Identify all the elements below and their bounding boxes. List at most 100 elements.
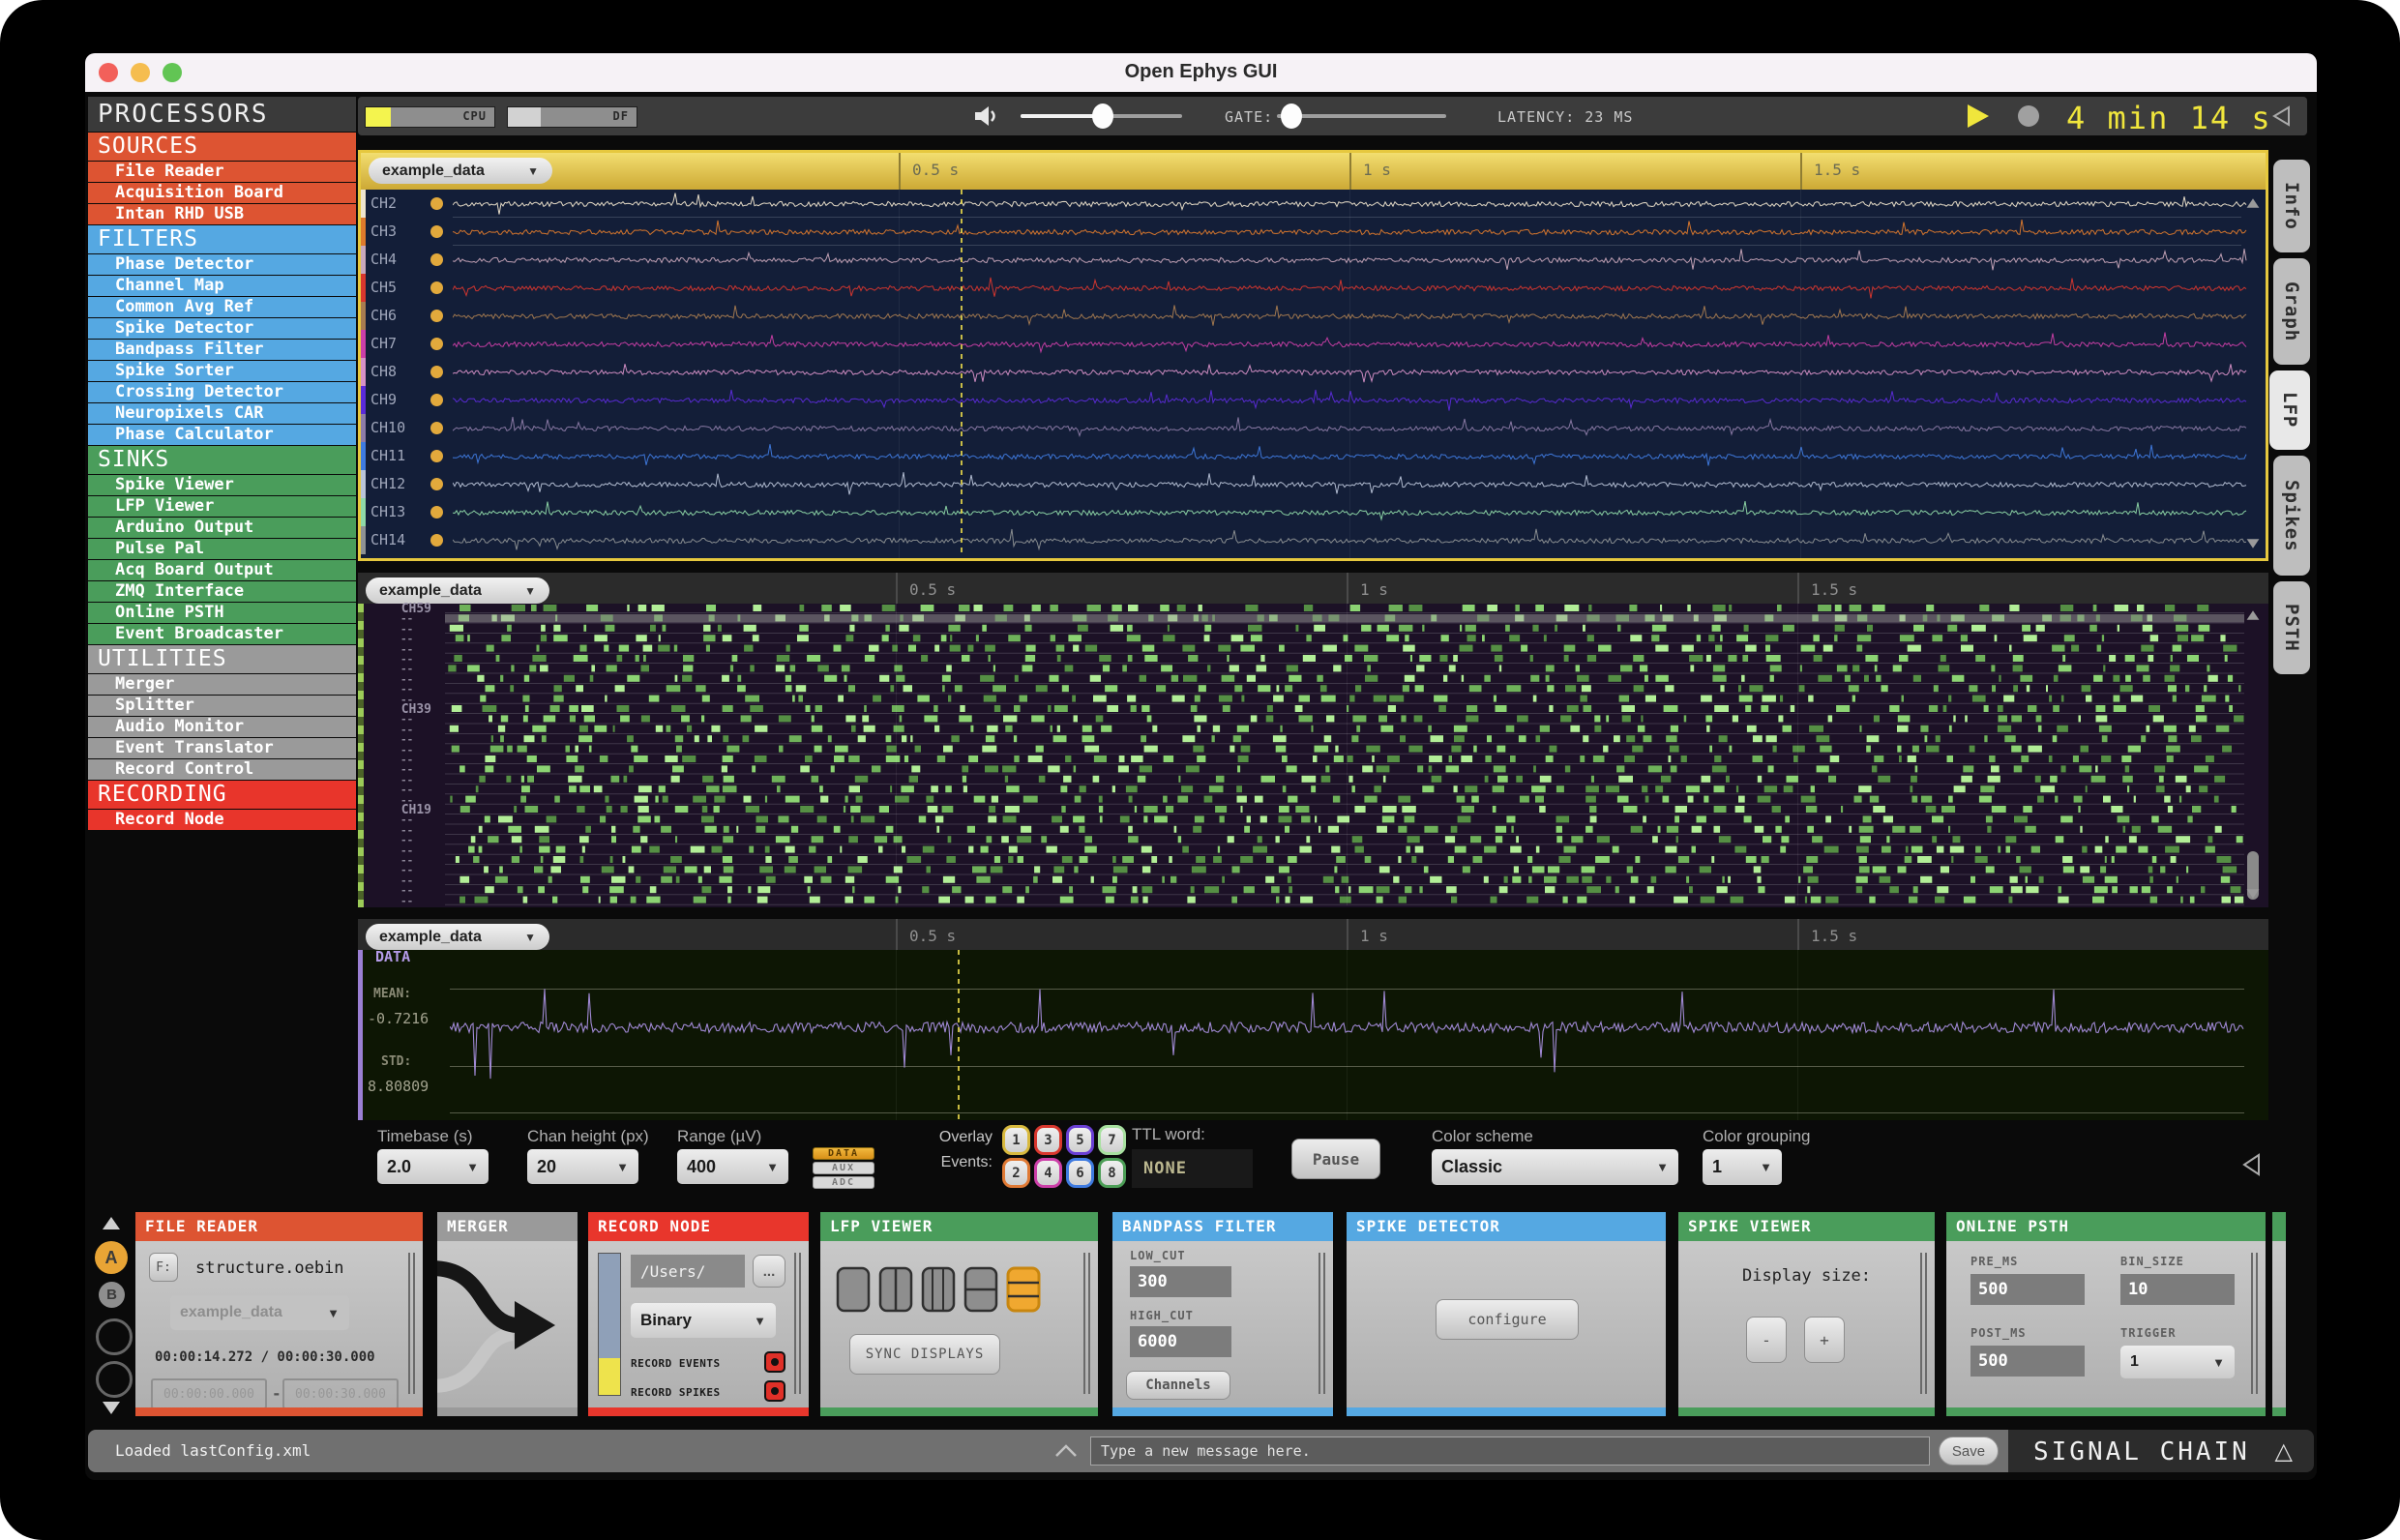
sidebar-item-spike-viewer[interactable]: Spike Viewer — [88, 475, 356, 495]
start-time-input[interactable]: 00:00:00.000 — [151, 1378, 267, 1409]
volume-slider[interactable] — [1021, 104, 1182, 129]
processor-online-psth[interactable]: ONLINE PSTH PRE_MS 500 BIN_SIZE 10 POST_… — [1946, 1212, 2266, 1416]
tab-lfp[interactable]: LFP — [2269, 370, 2310, 450]
sidebar-item-intan-rhd-usb[interactable]: Intan RHD USB — [88, 204, 356, 224]
post-ms-input[interactable]: 500 — [1970, 1346, 2085, 1377]
channel-event-dot[interactable] — [430, 394, 443, 406]
layout-buttons[interactable] — [836, 1266, 1049, 1315]
end-time-input[interactable]: 00:00:30.000 — [282, 1378, 399, 1409]
trace-source-dropdown[interactable]: example_data — [366, 924, 549, 950]
overlay-event-button-5[interactable]: 5 — [1066, 1125, 1094, 1155]
channel-event-dot[interactable] — [430, 197, 443, 210]
sidebar-item-channel-map[interactable]: Channel Map — [88, 276, 356, 296]
processor-spike-viewer[interactable]: SPIKE VIEWER Display size: - + — [1678, 1212, 1935, 1416]
sidebar-item-common-avg-ref[interactable]: Common Avg Ref — [88, 297, 356, 317]
sidebar-item-file-reader[interactable]: File Reader — [88, 162, 356, 182]
sidebar-item-audio-monitor[interactable]: Audio Monitor — [88, 717, 356, 737]
sidebar-item-phase-detector[interactable]: Phase Detector — [88, 254, 356, 275]
stream-button-adc[interactable]: ADC — [813, 1176, 874, 1189]
collapse-chain-icon[interactable]: △ — [2275, 1437, 2293, 1466]
browse-button[interactable]: ... — [753, 1255, 785, 1288]
tab-psth[interactable]: PSTH — [2273, 581, 2310, 674]
sidebar-item-acquisition-board[interactable]: Acquisition Board — [88, 183, 356, 203]
drag-handle[interactable] — [2251, 1253, 2260, 1394]
pre-ms-input[interactable]: 500 — [1970, 1274, 2085, 1305]
channel-event-dot[interactable] — [430, 281, 443, 294]
chain-tab-empty[interactable] — [96, 1361, 133, 1398]
processor-merger[interactable]: MERGER — [430, 1212, 578, 1416]
overlay-event-button-8[interactable]: 8 — [1098, 1158, 1126, 1188]
channels-button[interactable]: Channels — [1126, 1371, 1230, 1400]
lfp-source-dropdown[interactable]: example_data — [369, 158, 552, 184]
sidebar-item-event-translator[interactable]: Event Translator — [88, 738, 356, 758]
sidebar-item-spike-sorter[interactable]: Spike Sorter — [88, 361, 356, 381]
drag-handle[interactable] — [1920, 1253, 1929, 1394]
sidebar-item-spike-detector[interactable]: Spike Detector — [88, 318, 356, 339]
sidebar-item-online-psth[interactable]: Online PSTH — [88, 603, 356, 623]
processor-file-reader[interactable]: FILE READER F: structure.oebin example_d… — [135, 1212, 423, 1416]
color-scheme-dropdown[interactable]: Classic — [1432, 1149, 1678, 1185]
decrease-size-button[interactable]: - — [1746, 1317, 1787, 1363]
record-path-field[interactable]: /Users/ — [631, 1255, 745, 1288]
timebase-dropdown[interactable]: 2.0 — [377, 1149, 489, 1184]
chain-scroll-down-icon[interactable] — [103, 1402, 120, 1414]
channel-event-dot[interactable] — [430, 366, 443, 378]
color-grouping-dropdown[interactable]: 1 — [1703, 1149, 1782, 1185]
volume-slider-thumb[interactable] — [1092, 104, 1113, 129]
record-spikes-toggle[interactable] — [764, 1380, 785, 1402]
record-button[interactable] — [2018, 105, 2039, 127]
sidebar-item-pulse-pal[interactable]: Pulse Pal — [88, 539, 356, 559]
collapse-panel-icon[interactable] — [2271, 105, 2293, 129]
processor-bandpass-filter[interactable]: BANDPASS FILTER LOW_CUT 300 HIGH_CUT 600… — [1112, 1212, 1333, 1416]
sidebar-item-event-broadcaster[interactable]: Event Broadcaster — [88, 624, 356, 644]
channel-event-dot[interactable] — [430, 310, 443, 322]
scroll-up-icon[interactable] — [2246, 610, 2260, 620]
channel-event-dot[interactable] — [430, 506, 443, 518]
channel-event-dot[interactable] — [430, 478, 443, 490]
message-input[interactable] — [1090, 1436, 1930, 1466]
processor-spike-detector[interactable]: SPIKE DETECTOR configure — [1347, 1212, 1666, 1416]
drag-handle[interactable] — [1319, 1253, 1327, 1394]
dataset-dropdown[interactable]: example_data — [170, 1295, 349, 1330]
overlay-event-button-2[interactable]: 2 — [1002, 1158, 1030, 1188]
file-select-button[interactable]: F: — [149, 1253, 178, 1282]
gate-slider-thumb[interactable] — [1281, 104, 1302, 129]
chevron-up-icon[interactable] — [1053, 1443, 1079, 1459]
range-dropdown[interactable]: 400 — [677, 1149, 788, 1184]
channel-event-dot[interactable] — [430, 338, 443, 350]
processor-record-node[interactable]: RECORD NODE /Users/ ... Binary RECORD EV… — [588, 1212, 809, 1416]
play-button[interactable] — [1968, 104, 1989, 128]
overlay-event-button-3[interactable]: 3 — [1034, 1125, 1062, 1155]
sidebar-item-lfp-viewer[interactable]: LFP Viewer — [88, 496, 356, 517]
scroll-down-icon[interactable] — [2246, 539, 2260, 548]
channel-event-dot[interactable] — [430, 422, 443, 434]
overlay-event-button-1[interactable]: 1 — [1002, 1125, 1030, 1155]
bin-size-input[interactable]: 10 — [2120, 1274, 2235, 1305]
channel-event-dot[interactable] — [430, 253, 443, 266]
trigger-dropdown[interactable]: 1 — [2120, 1346, 2235, 1378]
chain-tab-empty[interactable] — [96, 1318, 133, 1355]
drag-handle[interactable] — [794, 1253, 803, 1394]
sidebar-item-bandpass-filter[interactable]: Bandpass Filter — [88, 340, 356, 360]
chan-height-dropdown[interactable]: 20 — [527, 1149, 638, 1184]
sidebar-item-acq-board-output[interactable]: Acq Board Output — [88, 560, 356, 580]
channel-event-dot[interactable] — [430, 534, 443, 547]
collapse-options-icon[interactable] — [2240, 1152, 2264, 1177]
raster-source-dropdown[interactable]: example_data — [366, 578, 549, 604]
stream-button-aux[interactable]: AUX — [813, 1162, 874, 1174]
overlay-event-button-7[interactable]: 7 — [1098, 1125, 1126, 1155]
scroll-up-icon[interactable] — [2246, 198, 2260, 208]
sidebar-item-zmq-interface[interactable]: ZMQ Interface — [88, 581, 356, 602]
increase-size-button[interactable]: + — [1804, 1317, 1845, 1363]
chain-tab-a[interactable]: A — [95, 1241, 128, 1274]
sidebar-item-crossing-detector[interactable]: Crossing Detector — [88, 382, 356, 402]
sidebar-item-neuropixels-car[interactable]: Neuropixels CAR — [88, 403, 356, 424]
processor-lfp-viewer[interactable]: LFP VIEWER SYNC DISPLAYS — [820, 1212, 1098, 1416]
sidebar-item-merger[interactable]: Merger — [88, 674, 356, 695]
sidebar-item-phase-calculator[interactable]: Phase Calculator — [88, 425, 356, 445]
save-button[interactable]: Save — [1939, 1436, 1999, 1466]
overlay-event-button-4[interactable]: 4 — [1034, 1158, 1062, 1188]
pause-button[interactable]: Pause — [1291, 1139, 1380, 1179]
high-cut-input[interactable]: 6000 — [1130, 1326, 1231, 1357]
chain-scroll-up-icon[interactable] — [103, 1217, 120, 1229]
